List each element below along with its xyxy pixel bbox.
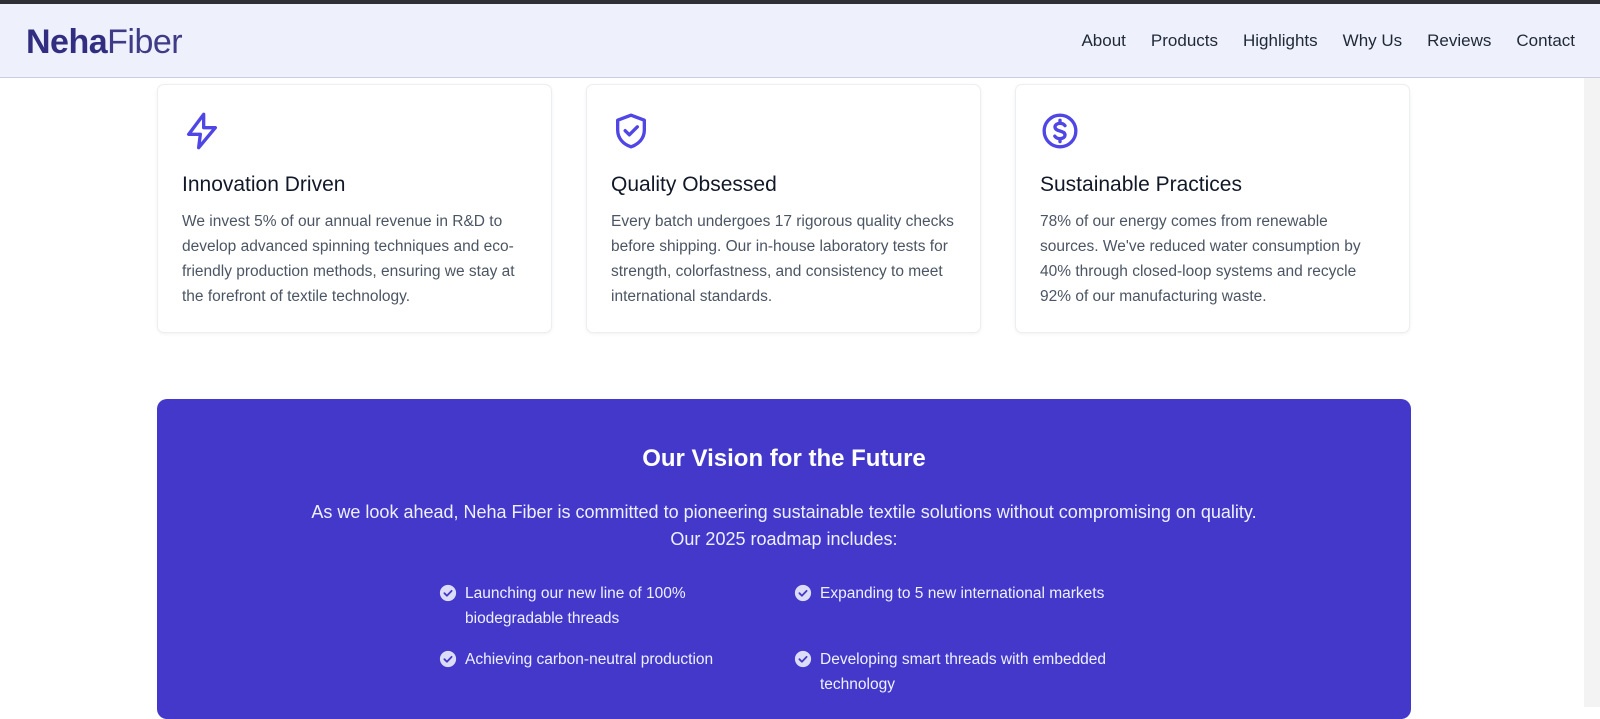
shield-check-icon <box>616 113 646 149</box>
nav-link-highlights[interactable]: Highlights <box>1243 30 1318 52</box>
roadmap-item-text: Achieving carbon-neutral production <box>465 651 714 668</box>
nav-link-reviews[interactable]: Reviews <box>1427 30 1491 52</box>
vision-section: Our Vision for the Future As we look ahe… <box>157 399 1411 719</box>
vision-description: As we look ahead, Neha Fiber is committe… <box>311 502 1257 549</box>
brand-name-bold: Neha <box>26 23 108 61</box>
feature-title: Sustainable Practices <box>1040 173 1242 196</box>
nav-link-products[interactable]: Products <box>1151 30 1218 52</box>
nav-link-about[interactable]: About <box>1081 30 1125 52</box>
feature-title: Innovation Driven <box>182 173 346 196</box>
roadmap-item-text: Launching our new line of 100% biodegrad… <box>465 585 686 627</box>
feature-description: We invest 5% of our annual revenue in R&… <box>182 213 515 305</box>
feature-description: 78% of our energy comes from renewable s… <box>1040 213 1361 305</box>
check-circle-icon <box>794 650 812 668</box>
feature-title: Quality Obsessed <box>611 173 777 196</box>
feature-description: Every batch undergoes 17 rigorous qualit… <box>611 213 954 305</box>
roadmap-item-text: Expanding to 5 new international markets <box>820 585 1105 602</box>
page-scrollbar[interactable] <box>1584 78 1600 707</box>
dollar-circle-icon <box>1042 113 1078 149</box>
main-nav: About Products Highlights Why Us Reviews… <box>1081 30 1575 52</box>
brand-logo[interactable]: NehaFiber <box>26 22 183 62</box>
nav-link-contact[interactable]: Contact <box>1516 30 1575 52</box>
brand-name-light: Fiber <box>107 23 183 61</box>
feature-card-sustainable: Sustainable Practices 78% of our energy … <box>1015 84 1410 333</box>
nav-link-why-us[interactable]: Why Us <box>1343 30 1403 52</box>
navbar: NehaFiber About Products Highlights Why … <box>0 4 1600 78</box>
check-circle-icon <box>439 650 457 668</box>
check-circle-icon <box>439 584 457 602</box>
feature-card-innovation: Innovation Driven We invest 5% of our an… <box>157 84 552 333</box>
lightning-bolt-icon <box>187 112 217 150</box>
feature-card-quality: Quality Obsessed Every batch undergoes 1… <box>586 84 981 333</box>
check-circle-icon <box>794 584 812 602</box>
vision-title: Our Vision for the Future <box>642 445 926 472</box>
roadmap-item-text: Developing smart threads with embedded t… <box>820 651 1107 693</box>
